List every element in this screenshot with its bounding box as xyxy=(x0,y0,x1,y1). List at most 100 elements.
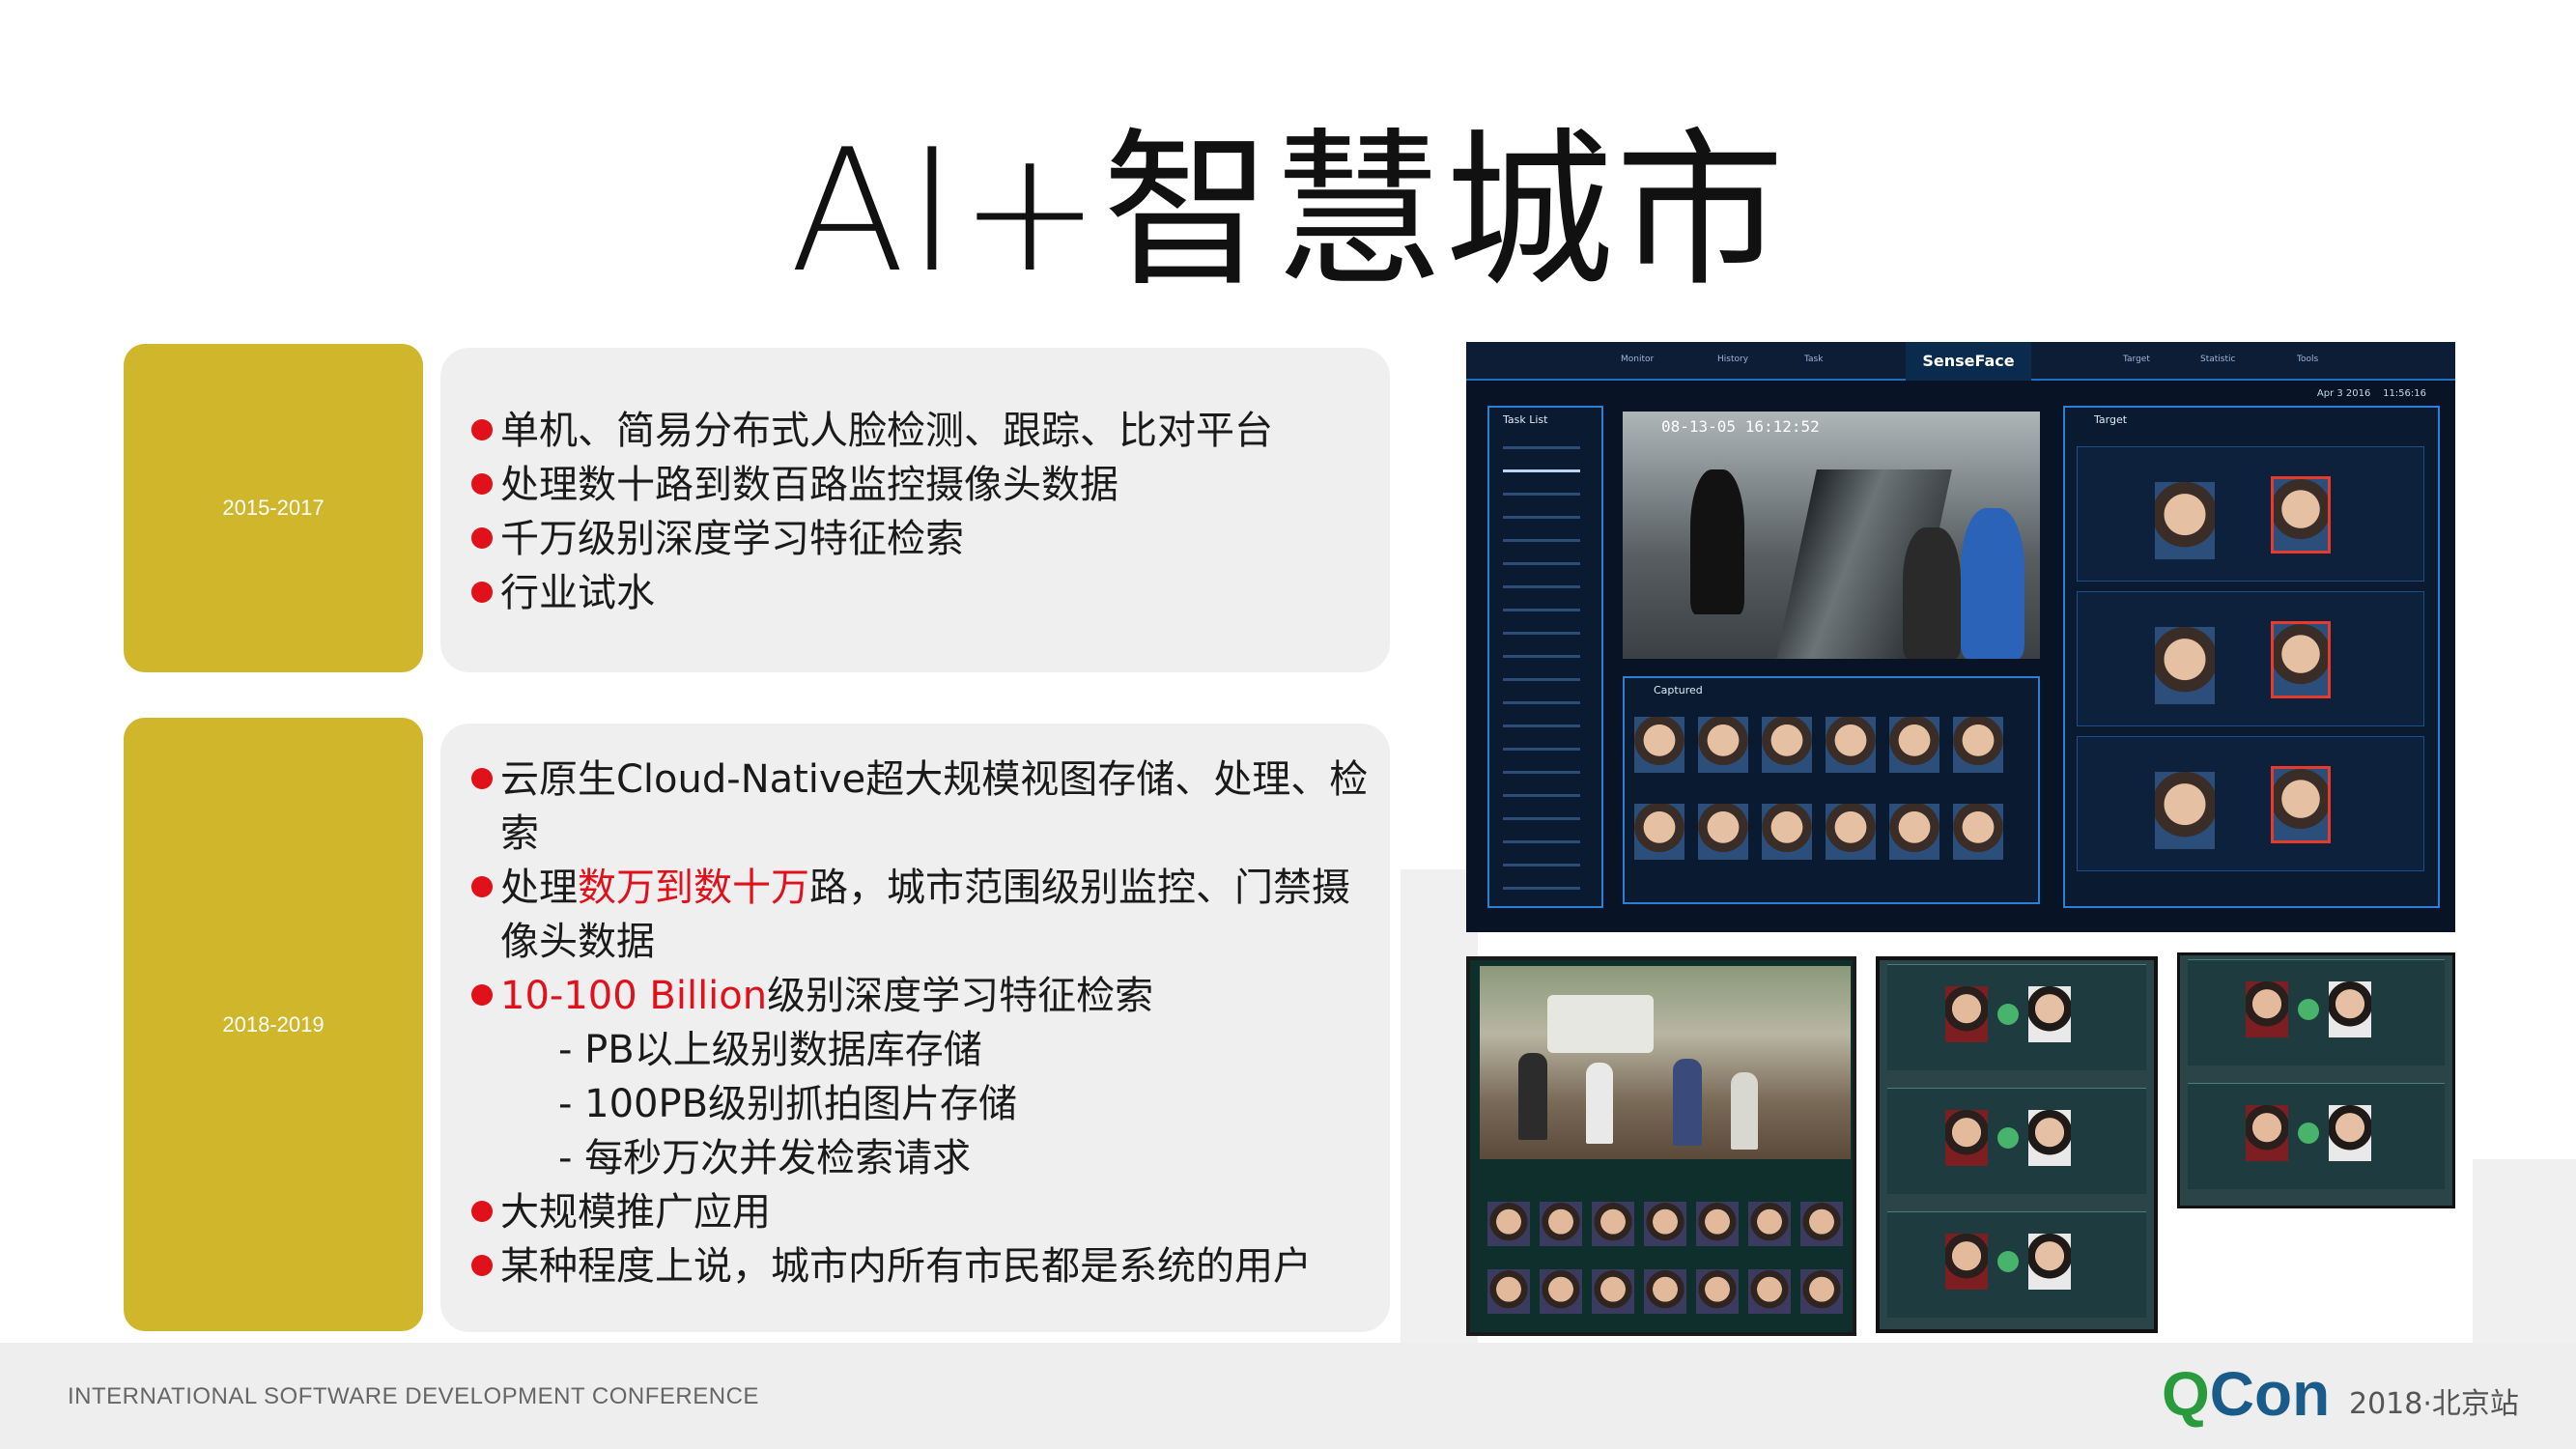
app-brand: SenseFace xyxy=(1906,342,2031,381)
comparison-card xyxy=(1887,1211,2146,1318)
comparison-card xyxy=(2188,959,2445,1065)
similarity-badge xyxy=(1997,1251,2019,1272)
person xyxy=(1961,508,2024,659)
bullet-text: 索 xyxy=(500,811,539,856)
bullet-item: 处理数万到数十万路，城市范围级别监控、门禁摄 xyxy=(471,861,1390,915)
captured-face xyxy=(1592,1269,1634,1314)
task-list-item xyxy=(1503,748,1580,751)
comparison-screenshot xyxy=(2177,952,2455,1208)
task-list-item xyxy=(1503,585,1580,588)
bullet-text: 处理 xyxy=(500,866,578,910)
captured-face xyxy=(1748,1202,1791,1246)
target-panel: Target xyxy=(2063,406,2440,908)
period-years-box: 2015-2017 xyxy=(124,344,423,672)
senseface-screenshot: Monitor History Task SenseFace Target St… xyxy=(1466,342,2455,932)
bullet-dot xyxy=(471,419,493,440)
comparison-card xyxy=(1887,1088,2146,1194)
sub-bullet-item: - 每秒万次并发检索请求 xyxy=(471,1131,1390,1185)
background-building xyxy=(2473,1159,2576,1343)
target-face xyxy=(2271,766,2331,843)
qcon-logo-rest: Con xyxy=(2209,1359,2331,1429)
nav-target: Target xyxy=(2123,355,2150,364)
bullet-dot xyxy=(471,984,493,1006)
captured-face xyxy=(1953,804,2003,860)
person xyxy=(1690,469,1744,614)
bullet-dot xyxy=(471,768,493,789)
bullet-dot xyxy=(471,1201,493,1222)
bullet-item: 10-100 Billion级别深度学习特征检索 xyxy=(471,969,1390,1023)
similarity-badge xyxy=(2298,1122,2319,1144)
captured-face xyxy=(1826,804,1876,860)
task-list-item xyxy=(1503,632,1580,635)
pedestrian xyxy=(1731,1072,1758,1150)
bullet-item: 大规模推广应用 xyxy=(471,1185,1390,1239)
highlight-text: 10-100 Billion xyxy=(500,974,768,1018)
captured-face xyxy=(1634,717,1684,773)
bullet-text: 级别深度学习特征检索 xyxy=(767,974,1154,1018)
conference-edition: 2018·北京站 xyxy=(2349,1387,2519,1421)
captured-face xyxy=(1698,804,1748,860)
task-list-item xyxy=(1503,794,1580,797)
period-years-label: 2018-2019 xyxy=(222,1011,325,1037)
sub-bullet-item: - PB以上级别数据库存储 xyxy=(471,1023,1390,1077)
comparison-card xyxy=(2188,1083,2445,1189)
match-row xyxy=(2077,446,2424,582)
target-face xyxy=(2028,1234,2071,1290)
captured-face xyxy=(1889,717,1939,773)
task-list-title: Task List xyxy=(1503,413,1548,426)
match-row xyxy=(2077,736,2424,871)
bullet-text: 单机、简易分布式人脸检测、跟踪、比对平台 xyxy=(500,409,1273,453)
captured-face xyxy=(1540,1269,1582,1314)
nav-history: History xyxy=(1717,355,1749,364)
captured-face xyxy=(1945,1234,1988,1290)
highlight-text: 数万到数十万 xyxy=(578,866,809,910)
bullet-item: 单机、简易分布式人脸检测、跟踪、比对平台 xyxy=(471,404,1390,458)
bullet-continuation: 索 xyxy=(471,807,1390,861)
captured-face xyxy=(1592,1202,1634,1246)
task-list-item xyxy=(1503,469,1580,472)
captured-face xyxy=(1800,1269,1843,1314)
captured-face xyxy=(1945,1110,1988,1166)
bullet-continuation: 像头数据 xyxy=(471,915,1390,969)
captured-face xyxy=(2246,1105,2288,1161)
period-years-box: 2018-2019 xyxy=(124,718,423,1331)
captured-face xyxy=(1800,1202,1843,1246)
captured-face xyxy=(1696,1202,1739,1246)
nav-task: Task xyxy=(1804,355,1824,364)
street-scene xyxy=(1480,966,1851,1159)
conference-name: INTERNATIONAL SOFTWARE DEVELOPMENT CONFE… xyxy=(68,1383,759,1409)
bullet-item: 云原生Cloud-Native超大规模视图存储、处理、检 xyxy=(471,753,1390,807)
captured-face xyxy=(1487,1202,1530,1246)
captured-face xyxy=(1696,1269,1739,1314)
captured-face xyxy=(2155,627,2215,704)
bullet-item: 千万级别深度学习特征检索 xyxy=(471,512,1390,566)
captured-face xyxy=(2246,981,2288,1037)
bullet-text: - 100PB级别抓拍图片存储 xyxy=(558,1082,1018,1126)
nav-monitor: Monitor xyxy=(1621,355,1655,364)
captured-face xyxy=(1487,1269,1530,1314)
app-top-bar: Monitor History Task SenseFace Target St… xyxy=(1466,342,2455,381)
app-date-time: 11:56:16 xyxy=(2383,388,2426,399)
task-list-item xyxy=(1503,678,1580,681)
captured-face xyxy=(1762,717,1812,773)
comparison-card xyxy=(1887,964,2146,1070)
bullet-item: 处理数十路到数百路监控摄像头数据 xyxy=(471,458,1390,512)
bullet-item: 行业试水 xyxy=(471,566,1390,620)
captured-face xyxy=(1644,1269,1686,1314)
bullet-text: 处理数十路到数百路监控摄像头数据 xyxy=(500,463,1118,507)
match-row xyxy=(2077,591,2424,726)
target-title: Target xyxy=(2094,413,2128,426)
nav-statistic: Statistic xyxy=(2200,355,2236,364)
target-face xyxy=(2028,1110,2071,1166)
bullet-dot xyxy=(471,527,493,549)
task-list-item xyxy=(1503,817,1580,820)
bullet-item: 某种程度上说，城市内所有市民都是系统的用户 xyxy=(471,1239,1390,1293)
task-list-item xyxy=(1503,701,1580,704)
captured-face xyxy=(1953,717,2003,773)
target-face xyxy=(2329,981,2371,1037)
captured-face xyxy=(2155,482,2215,559)
comparison-screenshot xyxy=(1876,956,2158,1333)
task-list-item xyxy=(1503,887,1580,890)
surveillance-video: 08-13-05 16:12:52 xyxy=(1623,412,2040,659)
van xyxy=(1547,995,1654,1053)
